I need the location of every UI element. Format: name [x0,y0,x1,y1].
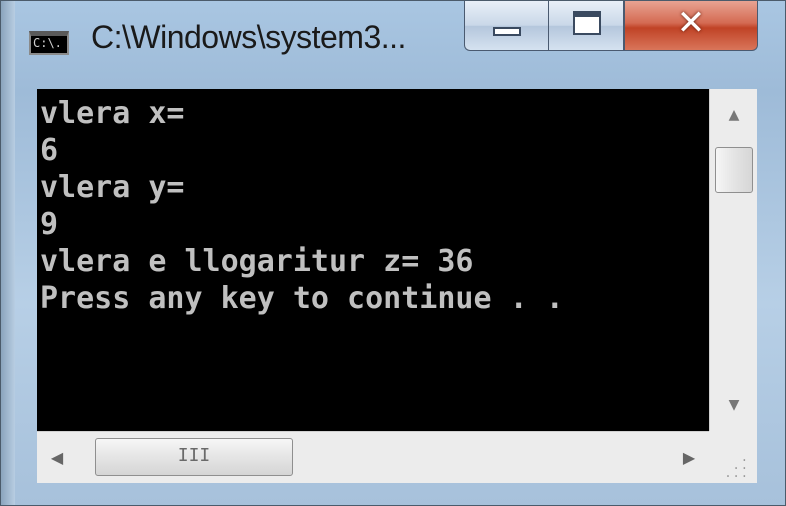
window-title: C:\Windows\system3... [91,19,406,55]
scroll-left-icon[interactable]: ◀ [37,432,77,484]
console-text: vlera x= 6 vlera y= 9 vlera e llogaritur… [37,89,709,317]
size-grip[interactable]: . ..... [709,431,757,483]
console-window: C:\. C:\Windows\system3... ✕ vlera x= 6 … [0,0,786,506]
console-line: 9 [40,207,59,242]
maximize-icon [573,11,601,35]
console-line: vlera x= [40,96,185,131]
minimize-button[interactable] [464,1,548,51]
close-icon: ✕ [676,3,706,43]
console-line: vlera e llogaritur z= 36 [40,244,474,279]
console-app-icon[interactable]: C:\. [29,31,69,55]
scroll-right-icon[interactable]: ▶ [669,432,709,484]
console-output[interactable]: vlera x= 6 vlera y= 9 vlera e llogaritur… [37,89,709,431]
close-button[interactable]: ✕ [624,1,758,51]
console-line: Press any key to continue . . [40,281,564,316]
console-line: 6 [40,133,59,168]
minimize-icon [493,27,521,36]
vertical-scrollbar[interactable]: ▲ ▼ [709,89,757,431]
console-line: vlera y= [40,170,185,205]
vertical-scroll-thumb[interactable] [715,147,753,193]
size-grip-icon: . ..... [724,450,749,480]
horizontal-scrollbar[interactable]: ◀ III ▶ [37,431,709,483]
maximize-button[interactable] [548,1,624,51]
horizontal-scroll-thumb[interactable]: III [95,438,293,476]
scroll-up-icon[interactable]: ▲ [710,89,758,141]
scroll-down-icon[interactable]: ▼ [710,379,758,431]
